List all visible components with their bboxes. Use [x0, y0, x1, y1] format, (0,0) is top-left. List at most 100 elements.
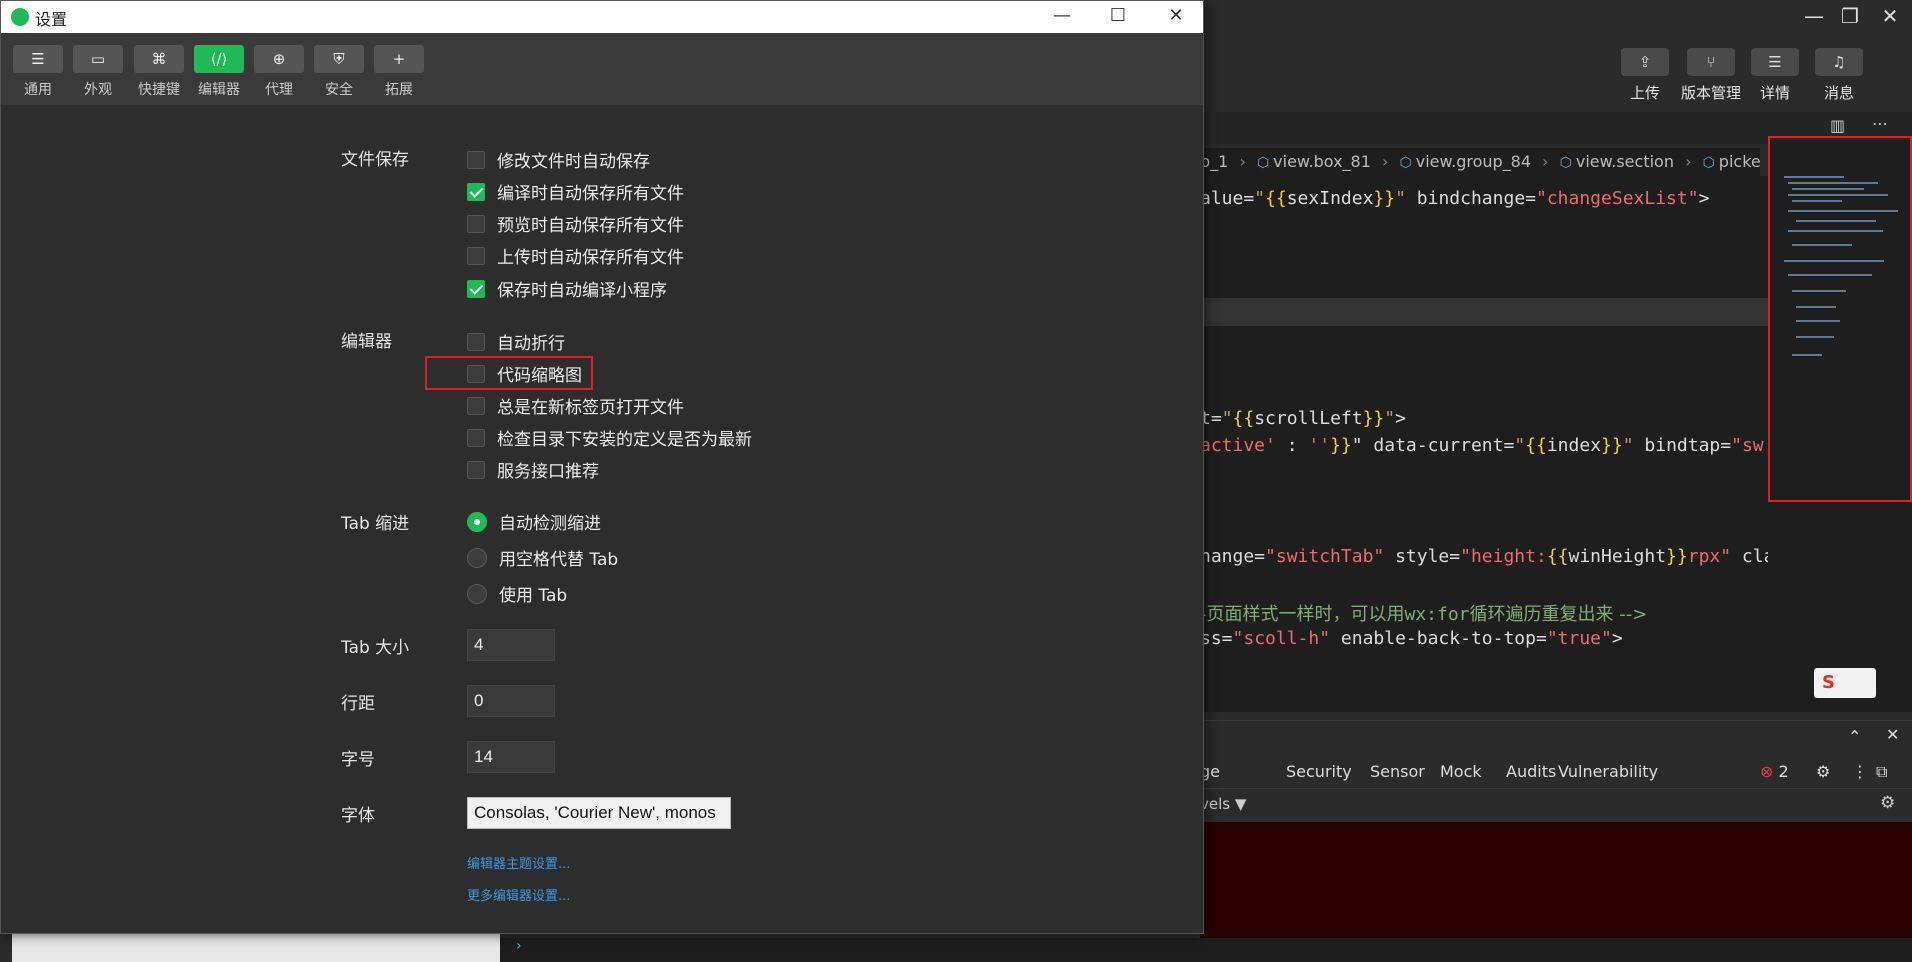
option-api-recommendation[interactable]: 服务接口推荐 [467, 457, 599, 482]
current-line-highlight [1200, 298, 1768, 326]
option-autosave-on-compile[interactable]: 编译时自动保存所有文件 [467, 179, 684, 204]
tab-editor[interactable]: ⟨/⟩ 编辑器 [192, 45, 246, 99]
checkbox-checked[interactable] [467, 279, 485, 298]
code-line: -页面样式一样时，可以用wx:for循环遍历重复出来 --> [1200, 604, 1648, 625]
option-spaces-for-tab[interactable]: 用空格代替 Tab [467, 545, 618, 570]
checkbox[interactable] [467, 214, 485, 233]
label-font-family: 字体 [341, 806, 375, 826]
radio[interactable] [467, 583, 487, 604]
tab-security[interactable]: Security [1286, 762, 1352, 781]
chevron-right-icon: › [1239, 152, 1246, 171]
console-filter-bar: vels ▼ ⚙ [1200, 788, 1912, 820]
close-devtools-icon[interactable]: ✕ [1886, 725, 1899, 744]
breadcrumb-item[interactable]: view.box_81 [1273, 152, 1371, 171]
checkbox[interactable] [467, 396, 485, 415]
chevron-right-icon: › [1382, 152, 1389, 171]
option-word-wrap[interactable]: 自动折行 [467, 329, 565, 354]
console-output[interactable] [1200, 822, 1912, 938]
globe-icon: ⊕ [254, 45, 304, 73]
breadcrumb-item[interactable]: picker [1719, 152, 1760, 171]
app-logo-icon [11, 8, 29, 26]
option-check-typings-latest[interactable]: 检查目录下安装的定义是否为最新 [467, 425, 752, 450]
details-button[interactable]: ☰ 详情 [1740, 48, 1810, 103]
checkbox-checked[interactable] [467, 182, 485, 201]
restore-icon[interactable]: ❐ [1832, 2, 1868, 30]
window-icon: ▭ [73, 45, 123, 73]
error-badge[interactable]: ⊗ 2 [1760, 762, 1789, 781]
code-line: alue="{{sexIndex}}" bindchange="changeSe… [1200, 188, 1710, 209]
ide-toolbar: ⇪ 上传 ⑂ 版本管理 ☰ 详情 ♫ 消息 [1200, 36, 1912, 108]
checkbox[interactable] [467, 246, 485, 265]
tab-shortcuts[interactable]: ⌘ 快捷键 [132, 45, 186, 99]
breadcrumb-item[interactable]: view.group_84 [1416, 152, 1531, 171]
breadcrumb-item[interactable]: view.section [1576, 152, 1674, 171]
settings-dialog: 设置 — ☐ ✕ ☰ 通用 ▭ 外观 ⌘ 快捷键 ⟨/⟩ 编辑器 ⊕ 代理 ⛨ … [0, 0, 1204, 934]
dialog-close-icon[interactable]: ✕ [1153, 1, 1199, 33]
tab-size-input[interactable]: 4 [467, 629, 555, 661]
cube-icon: ⬡ [1702, 155, 1715, 171]
tab-general[interactable]: ☰ 通用 [11, 45, 65, 99]
close-icon[interactable]: ✕ [1872, 2, 1908, 30]
code-line: hange="switchTab" style="height:{{winHei… [1200, 546, 1768, 567]
gear-icon[interactable]: ⚙ [1816, 762, 1830, 781]
section-label-editor: 编辑器 [341, 332, 392, 352]
chevron-right-icon: › [516, 938, 522, 954]
chevron-right-icon: › [1685, 152, 1692, 171]
tab-extensions[interactable]: + 拓展 [372, 45, 426, 99]
font-family-input[interactable]: Consolas, 'Courier New', monos [467, 797, 731, 829]
option-open-in-new-tab[interactable]: 总是在新标签页打开文件 [467, 393, 684, 418]
messages-button[interactable]: ♫ 消息 [1804, 48, 1874, 103]
cube-icon: ⬡ [1256, 155, 1270, 171]
log-levels-dropdown[interactable]: vels ▼ [1200, 795, 1246, 813]
label-line-spacing: 行距 [341, 694, 375, 714]
section-label-tab-indent: Tab 缩进 [341, 514, 410, 534]
tab-audits[interactable]: Audits [1506, 762, 1556, 781]
kebab-menu-icon[interactable]: ⋮ [1852, 762, 1868, 781]
split-editor-icon[interactable]: ▥ [1830, 116, 1845, 135]
line-spacing-input[interactable]: 0 [467, 685, 555, 717]
checkbox[interactable] [467, 332, 485, 351]
tab-mock[interactable]: Mock [1440, 762, 1482, 781]
code-line: active' : ''}}" data-current="{{index}}"… [1200, 435, 1764, 456]
tab-proxy[interactable]: ⊕ 代理 [252, 45, 306, 99]
minimap-highlight-box [1768, 136, 1912, 502]
dialog-minimize-icon[interactable]: — [1039, 1, 1085, 33]
radio-checked[interactable] [467, 511, 487, 532]
tab-security[interactable]: ⛨ 安全 [312, 45, 366, 99]
more-icon[interactable]: ⋯ [1872, 114, 1888, 133]
option-autocompile-on-save[interactable]: 保存时自动编译小程序 [467, 276, 667, 301]
dialog-maximize-icon[interactable]: ☐ [1095, 1, 1141, 33]
code-editor[interactable]: alue="{{sexIndex}}" bindchange="changeSe… [1200, 176, 1768, 712]
checkbox[interactable] [467, 460, 485, 479]
tab-vulnerability[interactable]: Vulnerability [1558, 762, 1658, 781]
console-prompt[interactable]: › [500, 938, 1912, 962]
section-label-file-save: 文件保存 [341, 150, 409, 170]
option-autosave-on-modify[interactable]: 修改文件时自动保存 [467, 147, 650, 172]
version-control-button[interactable]: ⑂ 版本管理 [1676, 48, 1746, 103]
option-autosave-on-preview[interactable]: 预览时自动保存所有文件 [467, 211, 684, 236]
cube-icon: ⬡ [1559, 155, 1572, 171]
console-gear-icon[interactable]: ⚙ [1880, 793, 1895, 813]
upload-button[interactable]: ⇪ 上传 [1610, 48, 1680, 103]
checkbox[interactable] [467, 428, 485, 447]
font-size-input[interactable]: 14 [467, 741, 555, 773]
annotation-highlight-box [425, 356, 593, 390]
csdn-logo-icon: S [1814, 668, 1876, 698]
checkbox[interactable] [467, 150, 485, 169]
tab-sensor[interactable]: Sensor [1370, 762, 1425, 781]
plus-icon: + [374, 45, 424, 73]
breadcrumb-item[interactable]: p_1 [1200, 152, 1228, 171]
minimize-icon[interactable]: — [1796, 2, 1832, 30]
label-tab-size: Tab 大小 [341, 638, 410, 658]
option-use-tab[interactable]: 使用 Tab [467, 581, 567, 606]
undock-icon[interactable]: ⧉ [1876, 762, 1887, 782]
option-autosave-on-upload[interactable]: 上传时自动保存所有文件 [467, 243, 684, 268]
option-auto-detect-indent[interactable]: 自动检测缩进 [467, 509, 601, 534]
chevron-up-icon[interactable]: ⌃ [1848, 727, 1861, 746]
editor-theme-settings-link[interactable]: 编辑器主题设置... [467, 853, 570, 872]
tab-appearance[interactable]: ▭ 外观 [71, 45, 125, 99]
chevron-right-icon: › [1542, 152, 1549, 171]
branch-icon: ⑂ [1687, 48, 1735, 76]
more-editor-settings-link[interactable]: 更多编辑器设置... [467, 885, 570, 904]
radio[interactable] [467, 547, 487, 568]
